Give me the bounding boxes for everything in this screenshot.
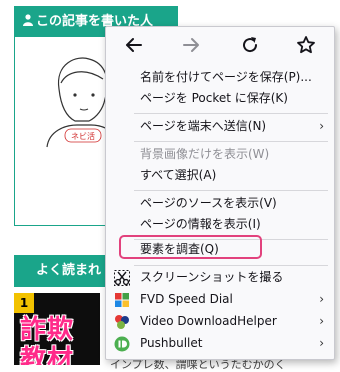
menu-item-take-screenshot[interactable]: スクリーンショットを撮る (106, 267, 334, 288)
context-menu: 名前を付けてページを保存(P)... ページを Pocket に保存(K) ペー… (105, 26, 335, 360)
thumbnail-text: 詐欺 教材 (20, 315, 75, 365)
back-arrow-icon[interactable] (124, 35, 144, 55)
inspect-highlight-box (119, 235, 262, 259)
fvd-speed-dial-icon (114, 292, 130, 308)
chevron-right-icon: › (319, 119, 324, 133)
pushbullet-icon (114, 336, 130, 352)
menu-separator (134, 113, 328, 114)
menu-item-save-to-pocket[interactable]: ページを Pocket に保存(K) (106, 88, 334, 109)
menu-item-view-source[interactable]: ページのソースを表示(V) (106, 193, 334, 214)
rank-badge: 1 (14, 293, 34, 313)
chevron-right-icon: › (319, 314, 324, 328)
menu-separator (134, 190, 328, 191)
chevron-right-icon: › (319, 292, 324, 306)
menu-item-pushbullet[interactable]: Pushbullet › (106, 333, 334, 354)
menu-separator (134, 141, 328, 142)
menu-item-fvd-speed-dial[interactable]: FVD Speed Dial › (106, 289, 334, 310)
menu-item-video-downloadhelper[interactable]: Video DownloadHelper › (106, 311, 334, 332)
forward-arrow-icon[interactable] (181, 35, 201, 55)
menu-separator (134, 265, 328, 266)
video-downloadhelper-icon (114, 314, 130, 330)
scissors-icon (114, 270, 130, 286)
navigation-row (106, 27, 334, 63)
popular-post-thumbnail[interactable]: 1 詐欺 教材 (14, 293, 100, 365)
menu-item-send-to-device[interactable]: ページを端末へ送信(N) › (106, 116, 334, 137)
person-icon (23, 14, 33, 26)
menu-item-select-all[interactable]: すべて選択(A) (106, 165, 334, 186)
menu-item-view-background-image: 背景画像だけを表示(W) (140, 147, 270, 161)
menu-item-page-info[interactable]: ページの情報を表示(I) (106, 214, 334, 235)
avatar-tag: ネビ活 (71, 131, 95, 141)
bookmark-star-icon[interactable] (296, 35, 316, 55)
menu-item-save-page[interactable]: 名前を付けてページを保存(P)... (106, 67, 334, 88)
chevron-right-icon: › (319, 336, 324, 350)
reload-icon[interactable] (240, 35, 260, 55)
